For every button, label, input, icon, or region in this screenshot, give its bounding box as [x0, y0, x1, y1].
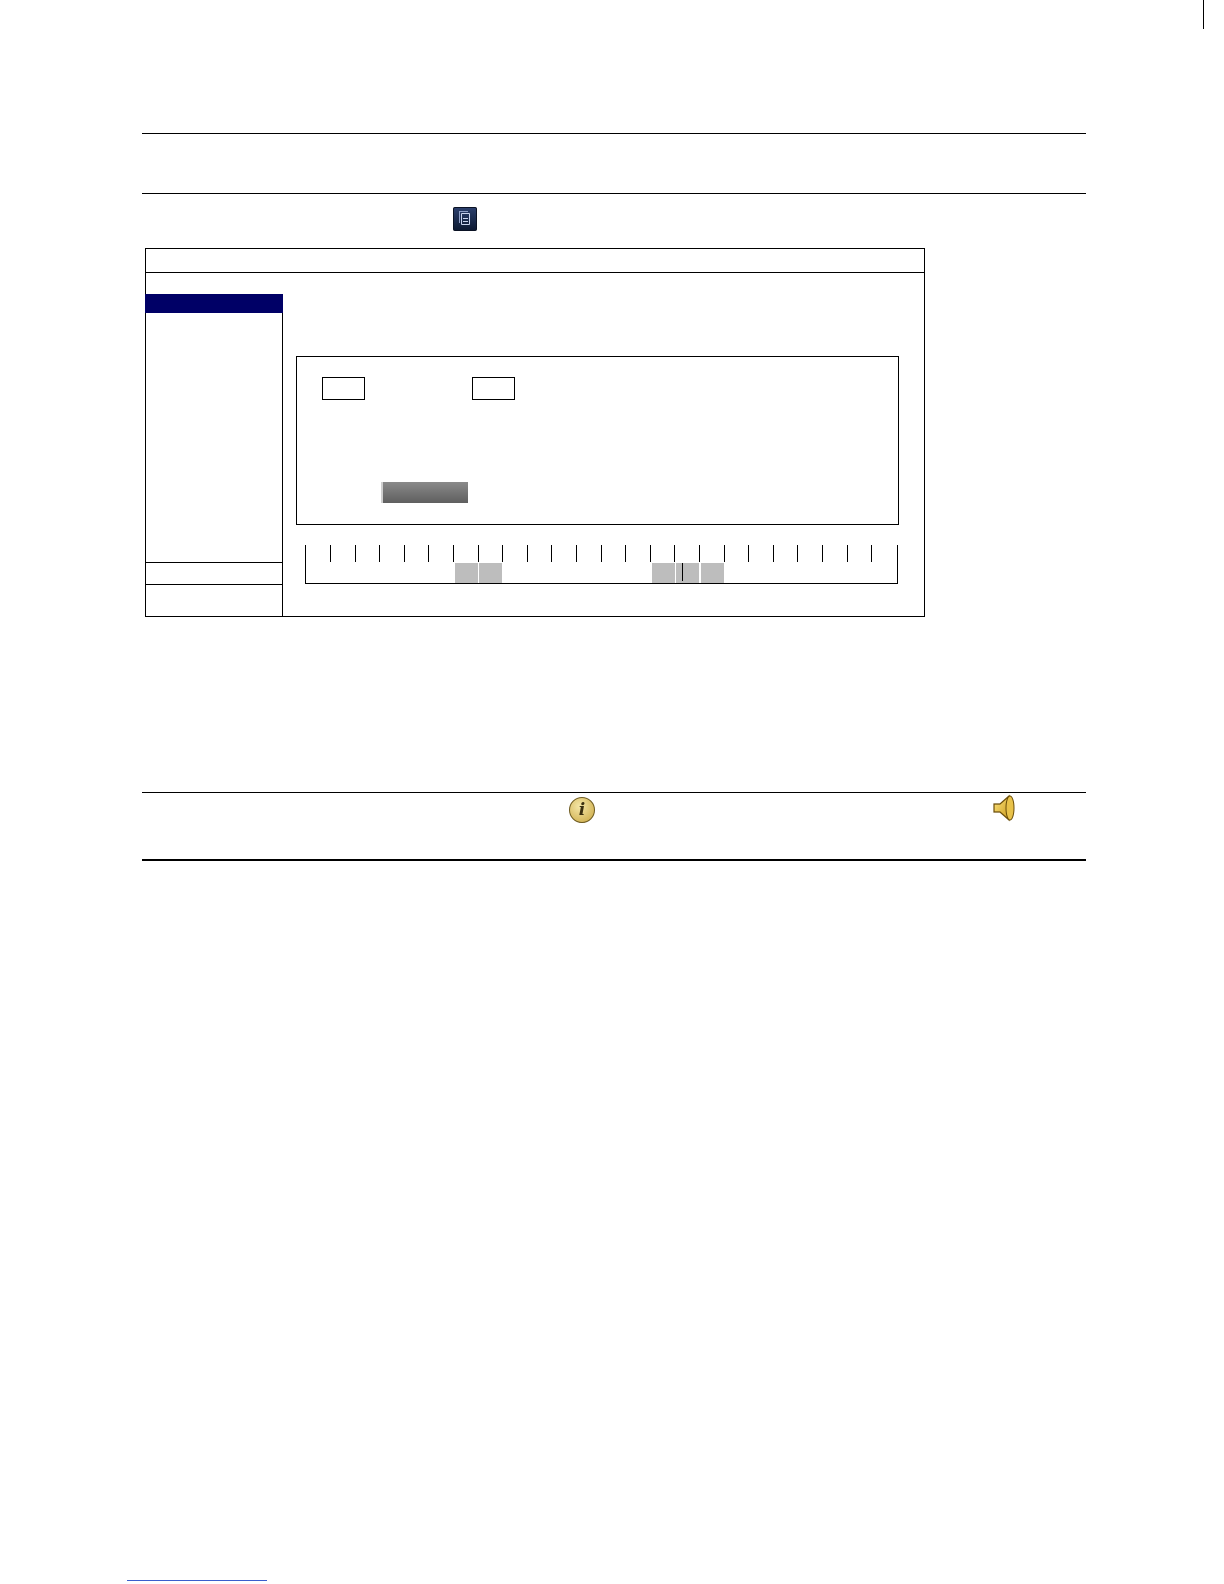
timeline-tick	[551, 545, 552, 562]
sidebar-item-selected[interactable]	[145, 294, 283, 313]
timeline-left-edge	[305, 545, 306, 584]
end-field[interactable]	[472, 377, 515, 400]
timeline-tick	[379, 545, 380, 562]
timeline-record-block[interactable]	[701, 563, 724, 583]
note-rule-bottom	[142, 859, 1086, 861]
timeline-tick	[502, 545, 503, 562]
timeline-tick	[478, 545, 479, 562]
window-title-divider	[145, 272, 925, 273]
timeline-tick	[773, 545, 774, 562]
speaker-icon	[993, 794, 1015, 822]
header-rule-bottom	[142, 193, 1086, 194]
timeline-baseline	[305, 583, 898, 584]
timeline-tick	[822, 545, 823, 562]
timeline-tick	[527, 545, 528, 562]
document-page: { "icons": { "document": "document-icon"…	[0, 0, 1224, 1584]
search-button[interactable]	[381, 482, 468, 503]
timeline-right-edge	[897, 545, 898, 584]
timeline-record-block[interactable]	[676, 563, 699, 583]
timeline-cursor[interactable]	[682, 563, 683, 581]
timeline-tick	[428, 545, 429, 562]
timeline-tick	[330, 545, 331, 562]
note-rule-top	[142, 792, 1086, 793]
timeline-tick	[674, 545, 675, 562]
timeline-tick	[847, 545, 848, 562]
footer-link-underline[interactable]	[127, 1580, 267, 1581]
timeline-record-block[interactable]	[455, 563, 478, 583]
document-icon	[453, 207, 477, 231]
timeline-tick	[748, 545, 749, 562]
timeline-tick	[576, 545, 577, 562]
start-field[interactable]	[322, 377, 365, 400]
timeline-tick	[871, 545, 872, 562]
timeline-tick	[355, 545, 356, 562]
timeline-tick	[404, 545, 405, 562]
sidebar-footer-panel	[145, 584, 283, 617]
timeline-tick	[724, 545, 725, 562]
timeline-tick	[797, 545, 798, 562]
header-rule-top	[142, 133, 1086, 134]
document-icon-sheet	[461, 213, 470, 225]
page-edge-line	[1203, 0, 1204, 29]
timeline-tick	[650, 545, 651, 562]
timeline-record-block[interactable]	[479, 563, 502, 583]
sidebar	[145, 294, 283, 563]
sidebar-footer-item[interactable]	[145, 562, 283, 585]
timeline-tick	[699, 545, 700, 562]
timeline-tick	[625, 545, 626, 562]
info-icon: i	[569, 797, 595, 823]
timeline-record-block[interactable]	[652, 563, 675, 583]
timeline-tick	[601, 545, 602, 562]
timeline-tick	[453, 545, 454, 562]
